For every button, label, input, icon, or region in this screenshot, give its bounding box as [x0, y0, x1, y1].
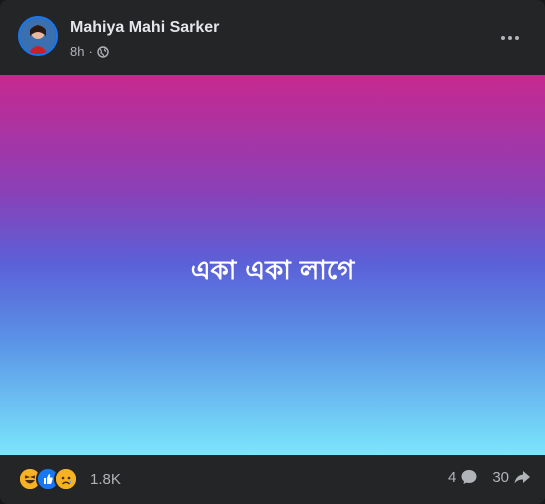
comment-count: 4: [447, 468, 457, 486]
share-icon: [514, 471, 530, 484]
post-stats: 4 30: [448, 468, 531, 486]
reaction-count: 1.8K: [90, 470, 121, 488]
share-count: 30: [492, 468, 509, 486]
more-options-icon[interactable]: [492, 24, 528, 52]
comment-icon: [461, 470, 477, 484]
sad-icon: [54, 467, 78, 491]
post-time[interactable]: 8h: [70, 44, 84, 59]
globe-icon[interactable]: [97, 45, 109, 58]
post-card: Mahiya Mahi Sarker 8h · একা একা লাগে 1.8…: [0, 0, 545, 504]
post-footer: 1.8K 4 30: [0, 455, 545, 504]
author-name[interactable]: Mahiya Mahi Sarker: [70, 19, 219, 37]
shares-stat[interactable]: 30: [492, 468, 531, 486]
meta-separator: ·: [88, 44, 93, 59]
post-text: একা একা লাগে: [190, 256, 355, 286]
post-meta: 8h ·: [70, 44, 109, 59]
post-header: Mahiya Mahi Sarker 8h ·: [0, 0, 545, 75]
reactions-summary[interactable]: 1.8K: [18, 467, 121, 491]
comments-stat[interactable]: 4: [448, 468, 478, 486]
author-avatar[interactable]: [18, 16, 58, 56]
